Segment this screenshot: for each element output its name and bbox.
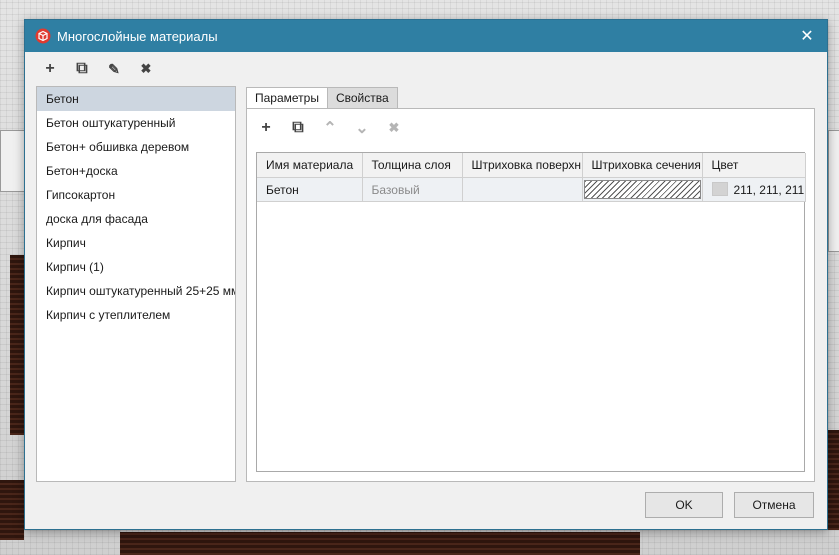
cell-material[interactable]: Бетон: [257, 177, 363, 202]
list-item[interactable]: Гипсокартон: [37, 183, 235, 207]
brick-wall: [120, 532, 640, 555]
delete-icon[interactable]: ✖: [133, 58, 159, 80]
list-item[interactable]: Кирпич оштукатуренный 25+25 мм: [37, 279, 235, 303]
copy-layer-icon[interactable]: ⧉: [285, 117, 311, 139]
list-item[interactable]: Кирпич (1): [37, 255, 235, 279]
parameters-panel: + ⧉ ⌃ ⌄ ✖ Имя материала Толщина слоя Штр…: [246, 108, 815, 482]
list-item[interactable]: Бетон оштукатуренный: [37, 111, 235, 135]
close-icon[interactable]: ✕: [787, 20, 827, 52]
materials-toolbar: + ⧉ ✎ ✖: [37, 58, 159, 80]
layers-toolbar: + ⧉ ⌃ ⌄ ✖: [253, 117, 407, 139]
multilayer-materials-dialog: Многослойные материалы ✕ + ⧉ ✎ ✖ Бетон Б…: [24, 19, 828, 530]
copy-icon[interactable]: ⧉: [69, 58, 95, 80]
list-item[interactable]: Бетон: [37, 87, 235, 111]
building-slab: [828, 130, 839, 252]
move-up-icon[interactable]: ⌃: [317, 117, 343, 139]
delete-layer-icon[interactable]: ✖: [381, 117, 407, 139]
cell-section-hatch[interactable]: [582, 177, 703, 202]
brick-wall: [828, 430, 839, 530]
tab-properties[interactable]: Свойства: [326, 87, 398, 109]
list-item[interactable]: доска для фасада: [37, 207, 235, 231]
list-item[interactable]: Бетон+ обшивка деревом: [37, 135, 235, 159]
tab-strip: Параметры Свойства: [246, 87, 398, 110]
table-header-row: Имя материала Толщина слоя Штриховка пов…: [257, 153, 806, 178]
brick-wall: [0, 480, 24, 540]
color-value: 211, 211, 211: [733, 183, 805, 197]
color-swatch: [711, 182, 728, 196]
column-header-material[interactable]: Имя материала: [257, 153, 363, 178]
diagonal-hatch-pattern: [583, 180, 701, 199]
materials-list: Бетон Бетон оштукатуренный Бетон+ обшивк…: [36, 86, 236, 482]
cell-color[interactable]: 211, 211, 211: [702, 177, 806, 202]
window-title: Многослойные материалы: [57, 29, 218, 44]
edit-pencil-icon[interactable]: ✎: [101, 58, 127, 80]
column-header-thickness[interactable]: Толщина слоя: [362, 153, 463, 178]
add-layer-icon[interactable]: +: [253, 117, 279, 139]
column-header-section-hatch[interactable]: Штриховка сечения: [582, 153, 703, 178]
list-item[interactable]: Кирпич с утеплителем: [37, 303, 235, 327]
tab-parameters[interactable]: Параметры: [246, 87, 328, 110]
move-down-icon[interactable]: ⌄: [349, 117, 375, 139]
layers-table: Имя материала Толщина слоя Штриховка пов…: [256, 152, 806, 472]
app-cube-icon: [35, 28, 51, 44]
cell-surface-hatch[interactable]: [462, 177, 583, 202]
list-item[interactable]: Бетон+доска: [37, 159, 235, 183]
cell-thickness[interactable]: Базовый: [362, 177, 463, 202]
ok-button[interactable]: OK: [645, 492, 723, 518]
cancel-button[interactable]: Отмена: [734, 492, 814, 518]
table-row[interactable]: Бетон Базовый 211, 211, 211: [257, 177, 806, 202]
list-item[interactable]: Кирпич: [37, 231, 235, 255]
add-icon[interactable]: +: [37, 58, 63, 80]
column-header-surface-hatch[interactable]: Штриховка поверхн: [462, 153, 583, 178]
column-header-color[interactable]: Цвет: [702, 153, 806, 178]
title-bar: Многослойные материалы ✕: [25, 20, 827, 52]
